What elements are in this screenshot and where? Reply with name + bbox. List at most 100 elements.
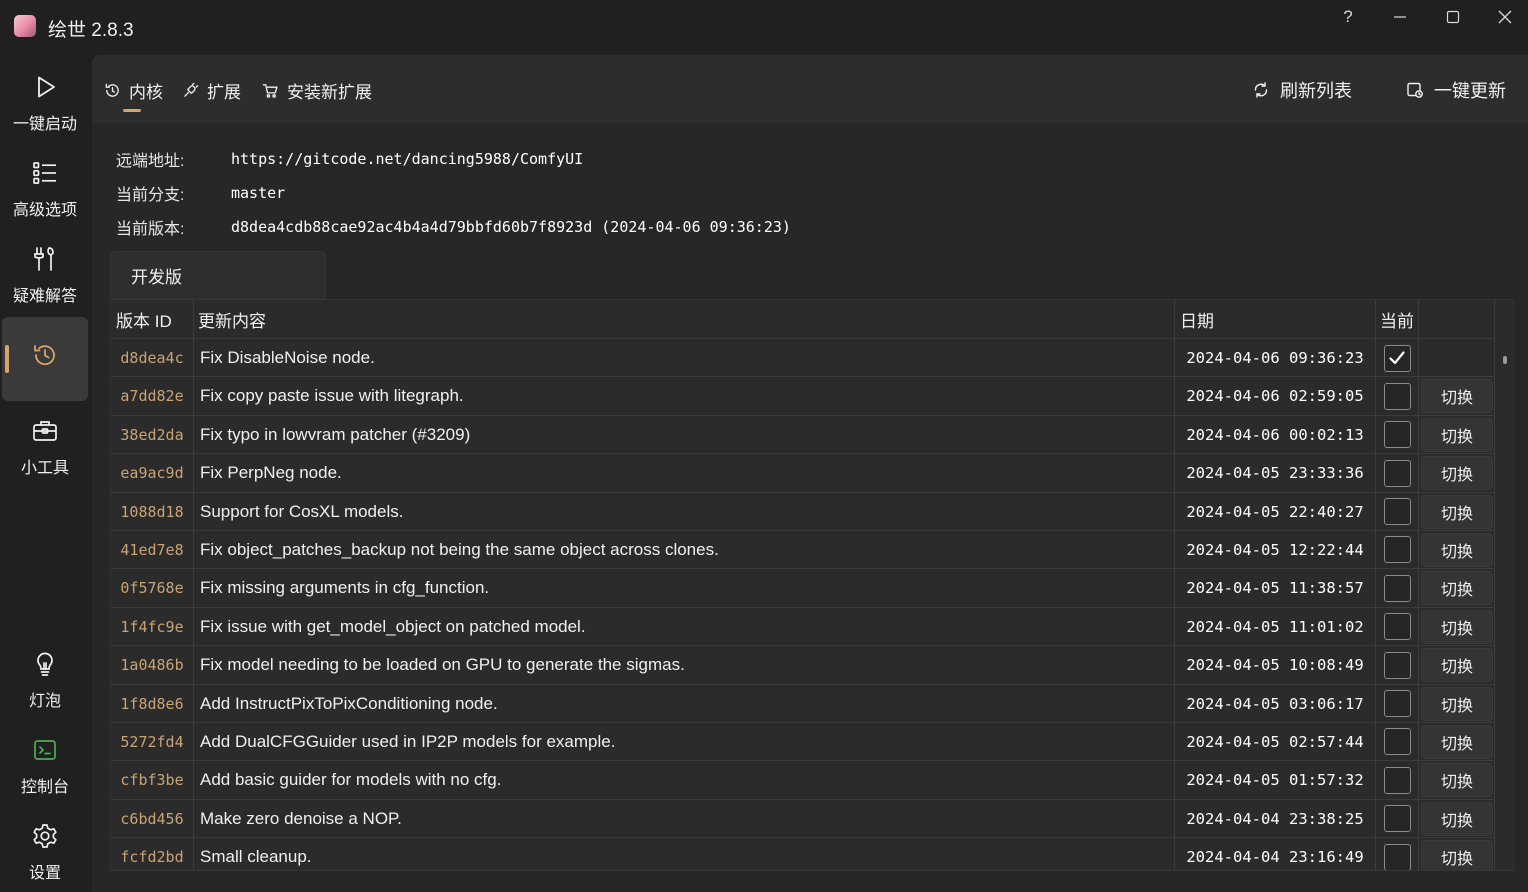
tools-icon	[34, 247, 54, 271]
current-branch-value: master	[231, 184, 286, 202]
sidebar-item-lightbulb[interactable]: 灯泡	[2, 640, 88, 724]
switch-version-button[interactable]: 切换	[1421, 801, 1493, 836]
commit-date-cell: 2024-04-06 00:02:13	[1186, 425, 1364, 444]
current-checkbox[interactable]	[1383, 805, 1411, 833]
switch-version-button[interactable]: 切换	[1421, 417, 1493, 452]
sidebar-item-launch[interactable]: 一键启动	[2, 63, 88, 147]
table-scrollbar[interactable]	[1497, 300, 1513, 870]
title-bar: 绘世 2.8.3 ?	[0, 0, 1528, 55]
current-cell	[1376, 685, 1418, 723]
switch-version-button[interactable]: 切换	[1421, 532, 1493, 567]
switch-version-button[interactable]: 切换	[1421, 724, 1493, 759]
switch-version-button[interactable]: 切换	[1421, 456, 1493, 491]
column-header-message[interactable]: 更新内容	[193, 300, 1175, 339]
branch-tab-dev[interactable]: 开发版	[110, 251, 326, 299]
current-branch-row: 当前分支: master	[116, 181, 285, 205]
current-version-row: 当前版本: d8dea4cdb88cae92ac4b4a4d79bbfd60b7…	[116, 215, 791, 239]
commit-date-cell: 2024-04-05 11:38:57	[1186, 579, 1364, 598]
current-checkbox[interactable]	[1383, 382, 1411, 410]
help-button[interactable]: ?	[1322, 0, 1374, 34]
table-row: ea9ac9d Fix PerpNeg node. 2024-04-05 23:33…	[111, 454, 1495, 493]
commit-message-cell: Support for CosXL models.	[200, 501, 404, 521]
version-id-cell: 1f8d8e6	[120, 694, 184, 713]
tab-install-extension[interactable]: 安装新扩展	[262, 77, 372, 103]
switch-version-button[interactable]: 切换	[1421, 763, 1493, 798]
current-checkbox[interactable]	[1383, 344, 1411, 372]
tab-core[interactable]: 内核	[104, 77, 163, 103]
minimize-button[interactable]	[1374, 0, 1426, 34]
current-checkbox[interactable]	[1383, 536, 1411, 564]
column-divider	[1418, 300, 1419, 870]
switch-version-button[interactable]: 切换	[1421, 840, 1493, 870]
sidebar-item-settings[interactable]: 设置	[2, 812, 88, 892]
refresh-icon	[1254, 82, 1268, 98]
current-checkbox[interactable]	[1383, 690, 1411, 718]
switch-version-button[interactable]: 切换	[1421, 686, 1493, 721]
current-checkbox[interactable]	[1383, 574, 1411, 602]
remote-url-value: https://gitcode.net/dancing5988/ComfyUI	[231, 150, 584, 168]
current-cell	[1376, 377, 1418, 415]
current-cell	[1376, 800, 1418, 838]
current-checkbox[interactable]	[1383, 498, 1411, 526]
version-id-cell: 5272fd4	[120, 732, 184, 751]
current-cell	[1376, 608, 1418, 646]
switch-version-button[interactable]: 切换	[1421, 648, 1493, 683]
current-checkbox[interactable]	[1383, 766, 1411, 794]
sidebar-item-troubleshoot[interactable]: 疑难解答	[2, 235, 88, 319]
refresh-list-button[interactable]: 刷新列表	[1252, 77, 1352, 103]
switch-version-button[interactable]: 切换	[1421, 609, 1493, 644]
commit-date-cell: 2024-04-04 23:16:49	[1186, 848, 1364, 867]
table-row: 1f4fc9e Fix issue with get_model_object o…	[111, 607, 1495, 647]
version-id-cell: 0f5768e	[120, 579, 184, 598]
sidebar-item-tools[interactable]: 小工具	[2, 407, 88, 491]
switch-version-button[interactable]: 切换	[1421, 571, 1493, 606]
current-checkbox[interactable]	[1383, 459, 1411, 487]
sidebar: 一键启动 高级选项 疑难解答 小工具 灯泡 控制台 设置	[0, 55, 92, 892]
current-version-value: d8dea4cdb88cae92ac4b4a4d79bbfd60b7f8923d…	[231, 218, 791, 236]
column-header-current[interactable]: 当前	[1375, 300, 1419, 339]
current-checkbox[interactable]	[1383, 728, 1411, 756]
switch-version-button[interactable]: 切换	[1421, 494, 1493, 529]
table-row: 0f5768e Fix missing arguments in cfg_func…	[111, 569, 1495, 608]
switch-version-button[interactable]: 切换	[1421, 379, 1493, 414]
gear-icon	[33, 824, 57, 848]
tab-extensions[interactable]: 扩展	[182, 77, 241, 103]
column-divider	[193, 300, 194, 870]
commit-message-cell: Fix copy paste issue with litegraph.	[200, 386, 464, 406]
sidebar-item-console[interactable]: 控制台	[2, 726, 88, 810]
commit-message-cell: Add DualCFGGuider used in IP2P models fo…	[200, 731, 616, 751]
action-cell: 切换	[1419, 800, 1495, 838]
version-id-cell: ea9ac9d	[120, 464, 184, 483]
current-checkbox[interactable]	[1383, 651, 1411, 679]
action-cell: 切换	[1419, 761, 1495, 799]
maximize-button[interactable]	[1427, 0, 1479, 34]
commit-date-cell: 2024-04-05 22:40:27	[1186, 502, 1364, 521]
sidebar-item-version[interactable]	[2, 317, 88, 401]
close-button[interactable]	[1479, 0, 1528, 34]
one-click-update-button[interactable]: 一键更新	[1406, 77, 1506, 103]
column-header-id[interactable]: 版本 ID	[111, 300, 193, 339]
version-id-cell: cfbf3be	[120, 771, 184, 790]
tab-label: 内核	[129, 82, 163, 102]
current-cell	[1376, 416, 1418, 454]
checkmark-icon	[1389, 351, 1405, 365]
action-cell: 切换	[1419, 723, 1495, 761]
table-row: a7dd82e Fix copy paste issue with litegra…	[111, 377, 1495, 416]
scrollbar-thumb[interactable]	[1503, 356, 1507, 364]
current-cell	[1376, 723, 1418, 761]
commit-message-cell: Fix model needing to be loaded on GPU to…	[200, 655, 685, 675]
table-row: 41ed7e8 Fix object_patches_backup not bei…	[111, 530, 1495, 570]
column-header-date[interactable]: 日期	[1175, 300, 1375, 339]
toolbox-icon	[33, 421, 57, 441]
current-checkbox[interactable]	[1383, 613, 1411, 641]
window-title: 绘世 2.8.3	[48, 20, 134, 41]
version-id-cell: fcfd2bd	[120, 848, 184, 867]
commit-date-cell: 2024-04-06 09:36:23	[1186, 349, 1364, 367]
current-checkbox[interactable]	[1383, 421, 1411, 449]
current-checkbox[interactable]	[1383, 843, 1411, 870]
history-icon	[34, 345, 55, 366]
column-divider	[1375, 300, 1376, 870]
table-row: 38ed2da Fix typo in lowvram patcher (#320…	[111, 415, 1495, 455]
sidebar-item-advanced[interactable]: 高级选项	[2, 149, 88, 233]
action-cell: 切换	[1419, 454, 1495, 492]
